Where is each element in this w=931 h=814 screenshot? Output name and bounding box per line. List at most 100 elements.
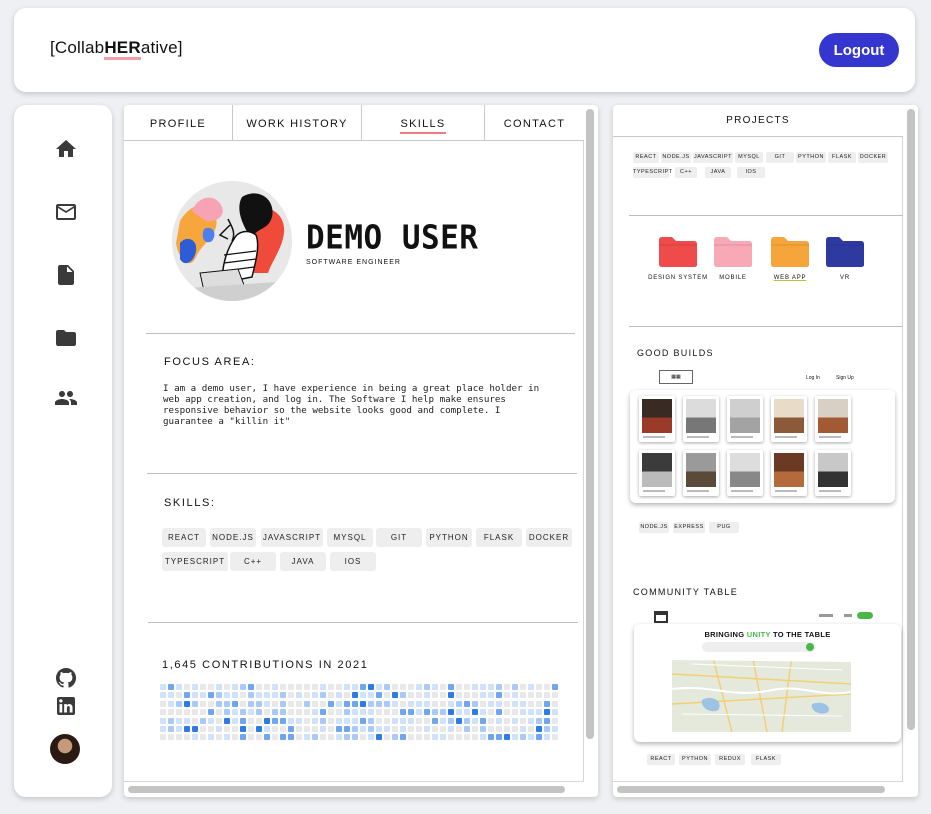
furniture-image — [774, 399, 804, 433]
contribution-cell — [472, 684, 478, 690]
community-search-bar[interactable] — [702, 642, 816, 652]
community-table-screenshot[interactable]: BRINGING UNITY TO THE TABLE — [634, 624, 901, 742]
community-search-button[interactable] — [806, 643, 814, 651]
community-signup-button[interactable] — [857, 612, 873, 619]
tab-skills[interactable]: SKILLS — [361, 105, 484, 141]
project-folder-icon[interactable] — [657, 236, 699, 268]
tab-contact[interactable]: CONTACT — [484, 105, 584, 141]
vertical-scrollbar[interactable] — [907, 109, 915, 730]
contribution-cell — [448, 684, 454, 690]
project-folder-icon[interactable] — [769, 236, 811, 268]
contribution-cell — [248, 700, 254, 707]
contribution-cell — [344, 734, 350, 741]
contribution-cell — [296, 709, 302, 716]
contribution-cell — [256, 717, 262, 724]
contribution-cell — [352, 692, 358, 699]
project-folder-label[interactable]: DESIGN SYSTEM — [648, 275, 708, 281]
good-builds-signup-link[interactable]: Sign Up — [836, 375, 854, 381]
good-builds-login-link[interactable]: Log In — [806, 375, 820, 381]
contribution-cell — [312, 717, 318, 724]
furniture-card[interactable] — [771, 396, 807, 442]
tab-profile[interactable]: PROFILE — [124, 105, 232, 141]
contribution-cell — [408, 684, 414, 690]
contribution-cell — [240, 726, 246, 732]
contribution-cell — [400, 692, 406, 699]
furniture-card[interactable] — [727, 396, 763, 442]
furniture-image — [818, 453, 848, 487]
contribution-cell — [192, 692, 198, 699]
contribution-cell — [376, 692, 382, 699]
github-icon[interactable] — [54, 666, 78, 690]
project-skill-chip: JAVA — [705, 167, 731, 178]
furniture-card[interactable] — [815, 450, 851, 496]
contribution-cell — [312, 700, 318, 707]
people-icon[interactable] — [54, 386, 78, 410]
contribution-cell — [408, 726, 414, 732]
horizontal-scrollbar[interactable] — [128, 786, 565, 793]
contribution-cell — [200, 684, 206, 690]
contribution-cell — [544, 700, 550, 707]
furniture-card[interactable] — [771, 450, 807, 496]
home-icon[interactable] — [54, 137, 78, 161]
vertical-scrollbar[interactable] — [586, 109, 594, 739]
linkedin-icon[interactable] — [54, 694, 78, 716]
furniture-card[interactable] — [683, 450, 719, 496]
project-folder-icon[interactable] — [824, 236, 866, 268]
contribution-cell — [200, 734, 206, 741]
project-skill-chip: DOCKER — [858, 152, 888, 163]
app-logo[interactable]: [CollabHERative] — [50, 38, 183, 60]
contribution-cell — [504, 734, 510, 741]
contribution-cell — [464, 684, 470, 690]
project-folder-icon[interactable] — [712, 236, 754, 268]
contribution-cell — [160, 684, 166, 690]
contribution-cell — [464, 726, 470, 732]
contribution-cell — [536, 692, 542, 699]
contribution-cell — [520, 684, 526, 690]
mail-icon[interactable] — [54, 200, 78, 224]
furniture-card[interactable] — [815, 396, 851, 442]
tech-chip: REACT — [647, 754, 675, 765]
contribution-cell — [432, 692, 438, 699]
good-builds-screenshot[interactable] — [630, 390, 895, 503]
avatar[interactable] — [50, 734, 80, 764]
contribution-cell — [272, 692, 278, 699]
contribution-cell — [328, 734, 334, 741]
contribution-cell — [400, 734, 406, 741]
contribution-cell — [160, 717, 166, 724]
contribution-cell — [160, 726, 166, 732]
project-skill-chip: REACT — [633, 152, 659, 163]
furniture-caption — [819, 436, 841, 438]
contribution-cell — [304, 692, 310, 699]
contribution-cell — [224, 734, 230, 741]
horizontal-scrollbar[interactable] — [617, 786, 885, 793]
community-nav-link[interactable] — [844, 614, 852, 617]
contribution-cell — [240, 734, 246, 741]
contribution-cell — [456, 734, 462, 741]
contribution-cell — [328, 726, 334, 732]
tech-chip: PUG — [709, 522, 739, 533]
contribution-cell — [176, 709, 182, 716]
good-builds-logo-icon: ▦▦ — [659, 370, 693, 384]
contribution-cell — [328, 692, 334, 699]
furniture-card[interactable] — [639, 396, 675, 442]
furniture-card[interactable] — [683, 396, 719, 442]
logout-button[interactable]: Logout — [819, 33, 899, 67]
furniture-card[interactable] — [639, 450, 675, 496]
folder-icon[interactable] — [54, 326, 78, 350]
furniture-card[interactable] — [727, 450, 763, 496]
contribution-cell — [384, 709, 390, 716]
community-nav-link[interactable] — [819, 614, 833, 617]
contribution-cell — [264, 700, 270, 707]
community-map[interactable] — [672, 654, 851, 732]
tab-work-history[interactable]: WORK HISTORY — [232, 105, 361, 141]
project-folder-label[interactable]: WEB APP — [760, 275, 820, 281]
document-icon[interactable] — [54, 263, 78, 287]
contribution-cell — [320, 692, 326, 699]
contribution-cell — [360, 717, 366, 724]
project-folder-label[interactable]: VR — [815, 275, 875, 281]
contribution-cell — [208, 692, 214, 699]
contribution-cell — [312, 692, 318, 699]
contribution-cell — [296, 726, 302, 732]
contribution-cell — [520, 726, 526, 732]
project-folder-label[interactable]: MOBILE — [703, 275, 763, 281]
